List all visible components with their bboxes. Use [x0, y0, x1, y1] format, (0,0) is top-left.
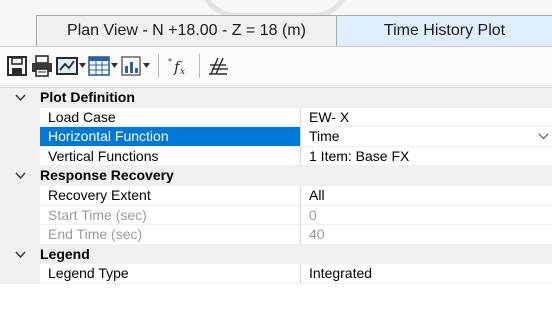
tab-time-history-plot[interactable]: Time History Plot — [336, 15, 552, 46]
view-options-dropdown[interactable] — [56, 52, 86, 80]
chevron-down-icon[interactable] — [534, 127, 552, 146]
plot-toolbar: f x * — [0, 46, 552, 86]
property-row-vertical-functions[interactable]: Vertical Functions 1 Item: Base FX — [0, 146, 552, 167]
svg-text:x: x — [180, 67, 185, 77]
chevron-down-icon — [79, 63, 86, 68]
property-name: Load Case — [40, 107, 301, 128]
function-icon: f x * — [165, 55, 191, 77]
property-name: Recovery Extent — [40, 185, 301, 206]
property-row-horizontal-function[interactable]: Horizontal Function Time — [0, 127, 552, 147]
chevron-down-icon — [111, 63, 118, 68]
table-icon — [88, 55, 110, 77]
property-row-legend-type[interactable]: Legend Type Integrated — [0, 264, 552, 284]
function-button[interactable]: f x * — [165, 52, 191, 80]
property-name: Start Time (sec) — [40, 205, 301, 226]
horizontal-function-select[interactable]: Time — [301, 127, 552, 147]
category-label: Plot Definition — [40, 89, 135, 105]
toolbar-separator — [158, 54, 159, 78]
axis-button[interactable] — [206, 52, 230, 80]
print-icon — [30, 55, 54, 77]
property-row-end-time: End Time (sec) 40 — [0, 225, 552, 245]
chevron-down-icon — [143, 63, 150, 68]
property-row-start-time: Start Time (sec) 0 — [0, 205, 552, 226]
save-icon — [6, 55, 28, 77]
time-history-window: Plan View - N +18.00 - Z = 18 (m) Time H… — [0, 0, 552, 311]
property-name: Legend Type — [40, 264, 301, 284]
chevron-down-icon[interactable] — [0, 245, 40, 265]
toolbar-separator — [199, 54, 200, 78]
table-dropdown[interactable] — [88, 52, 118, 80]
svg-text:*: * — [168, 57, 172, 66]
print-button[interactable] — [30, 52, 54, 80]
chart-icon — [120, 55, 142, 77]
property-name: Vertical Functions — [40, 146, 301, 167]
property-row-recovery-extent[interactable]: Recovery Extent All — [0, 185, 552, 206]
category-label: Response Recovery — [40, 167, 174, 184]
view-icon — [56, 55, 78, 77]
category-plot-definition[interactable]: Plot Definition — [0, 88, 552, 108]
document-tab-strip: Plan View - N +18.00 - Z = 18 (m) Time H… — [0, 0, 552, 46]
chevron-down-icon[interactable] — [0, 88, 40, 108]
property-grid: Plot Definition Load Case EW- X Horizont… — [0, 87, 552, 311]
save-button[interactable] — [6, 52, 28, 80]
property-value-load-case[interactable]: EW- X — [301, 108, 552, 128]
property-value-end-time: 40 — [301, 225, 552, 245]
property-value-start-time: 0 — [301, 206, 552, 226]
property-value-recovery-extent[interactable]: All — [301, 186, 552, 206]
property-value-legend-type[interactable]: Integrated — [301, 264, 552, 284]
property-row-load-case[interactable]: Load Case EW- X — [0, 107, 552, 128]
category-label: Legend — [40, 245, 90, 262]
chevron-down-icon[interactable] — [0, 166, 40, 186]
property-name: End Time (sec) — [40, 225, 301, 245]
chart-dropdown[interactable] — [120, 52, 150, 80]
axis-icon — [206, 55, 230, 77]
property-name: Horizontal Function — [40, 127, 301, 147]
tab-plan-view[interactable]: Plan View - N +18.00 - Z = 18 (m) — [36, 15, 336, 46]
property-value-vertical-functions[interactable]: 1 Item: Base FX — [301, 147, 552, 167]
category-legend[interactable]: Legend — [0, 244, 552, 265]
category-response-recovery[interactable]: Response Recovery — [0, 166, 552, 186]
property-value: Time — [309, 128, 340, 145]
